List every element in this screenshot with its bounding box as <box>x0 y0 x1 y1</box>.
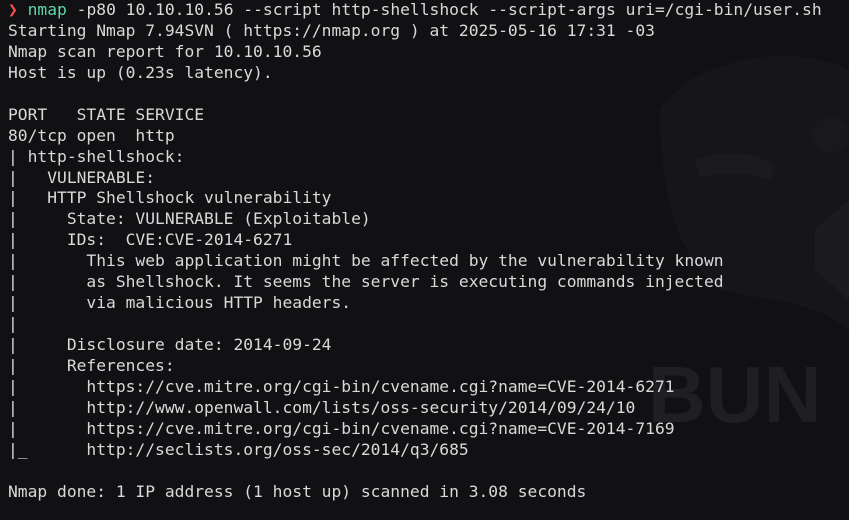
output-line: | as Shellshock. It seems the server is … <box>8 272 724 292</box>
output-line: | http-shellshock: <box>8 146 185 166</box>
output-line: | State: VULNERABLE (Exploitable) <box>8 209 371 229</box>
output-line: | <box>8 314 18 334</box>
prompt-arrow-icon: ❯ <box>8 0 18 19</box>
command-args: -p80 10.10.10.56 --script http-shellshoc… <box>76 0 822 19</box>
command-name: nmap <box>27 0 67 19</box>
output-line: | Disclosure date: 2014-09-24 <box>8 335 332 354</box>
output-line: Nmap scan report for 10.10.10.56 <box>8 41 322 61</box>
output-line: | VULNERABLE: <box>8 167 156 187</box>
output-line: Host is up (0.23s latency). <box>8 62 273 82</box>
terminal-window[interactable]: BUN ❯ nmap -p80 10.10.10.56 --script htt… <box>0 0 849 520</box>
command-line: ❯ nmap -p80 10.10.10.56 --script http-sh… <box>8 0 849 21</box>
output-line: |_ http://seclists.org/oss-sec/2014/q3/6… <box>8 439 469 459</box>
terminal-output: ❯ nmap -p80 10.10.10.56 --script http-sh… <box>8 0 849 503</box>
output-line: | References: <box>8 355 175 375</box>
output-line: PORT STATE SERVICE <box>8 104 205 124</box>
output-line: Starting Nmap 7.94SVN ( https://nmap.org… <box>8 20 655 40</box>
output-line: | https://cve.mitre.org/cgi-bin/cvename.… <box>8 376 675 396</box>
output-line: Nmap done: 1 IP address (1 host up) scan… <box>8 481 587 501</box>
output-line: | HTTP Shellshock vulnerability <box>8 188 332 208</box>
output-line: | IDs: CVE:CVE-2014-6271 <box>8 230 293 250</box>
output-line: | https://cve.mitre.org/cgi-bin/cvename.… <box>8 418 675 438</box>
output-line: 80/tcp open http <box>8 125 175 145</box>
output-line: | http://www.openwall.com/lists/oss-secu… <box>8 397 636 417</box>
output-line: | This web application might be affected… <box>8 251 724 271</box>
output-line: | via malicious HTTP headers. <box>8 293 352 313</box>
